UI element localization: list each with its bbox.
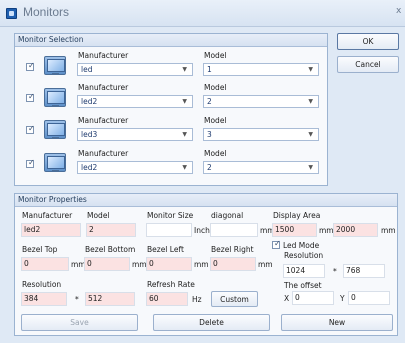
model-label: Model	[87, 211, 110, 220]
manufacturer-select-4[interactable]: led2 ▼	[77, 161, 193, 174]
resolution-width-field[interactable]: 384	[21, 292, 67, 306]
model-select-3[interactable]: 3 ▼	[203, 128, 319, 141]
custom-button[interactable]: Custom	[211, 291, 258, 307]
offset-x-label: X	[284, 294, 290, 303]
diagonal-label: diagonal	[211, 211, 244, 220]
mm-unit: mm	[258, 260, 273, 269]
display-width-field[interactable]: 1500	[272, 223, 317, 237]
monitor-3-checkbox[interactable]: ✓	[26, 124, 35, 134]
monitor-selection-group: Monitor Selection ✓ Manufacturer led ▼ Mo…	[14, 33, 328, 186]
times-symbol: *	[75, 295, 79, 304]
window-title: Monitors	[23, 5, 70, 19]
offset-y-label: Y	[340, 294, 345, 303]
app-icon	[6, 8, 17, 19]
monitor-selection-header: Monitor Selection	[15, 34, 327, 47]
chevron-down-icon: ▼	[308, 66, 313, 73]
close-icon[interactable]: x	[396, 6, 401, 16]
new-button[interactable]: New	[281, 314, 393, 331]
checkmark-icon: ✓	[28, 124, 35, 133]
resolution-height-field[interactable]: 512	[85, 292, 135, 306]
monitor-properties-group: Monitor Properties Manufacturer Model Mo…	[14, 193, 398, 336]
model-select-4[interactable]: 2 ▼	[203, 161, 319, 174]
ok-button[interactable]: OK	[337, 33, 399, 50]
cancel-button[interactable]: Cancel	[337, 56, 399, 73]
monitor-size-field[interactable]	[146, 223, 192, 237]
model-select-2[interactable]: 2 ▼	[203, 95, 319, 108]
manufacturer-label: Manufacturer	[22, 211, 73, 220]
checkmark-icon: ✓	[28, 92, 35, 101]
bezel-bottom-field[interactable]: 0	[84, 257, 130, 271]
model-label: Model	[204, 83, 227, 92]
chevron-down-icon: ▼	[308, 164, 313, 171]
offset-x-field[interactable]: 0	[292, 291, 334, 305]
offset-y-field[interactable]: 0	[348, 291, 390, 305]
refresh-rate-label: Refresh Rate	[147, 280, 195, 289]
led-mode-label: Led Mode	[283, 241, 320, 250]
times-symbol: *	[333, 267, 337, 276]
chevron-down-icon: ▼	[182, 131, 187, 138]
monitor-icon	[44, 56, 66, 75]
bezel-right-label: Bezel Right	[211, 245, 254, 254]
manufacturer-select-2[interactable]: led2 ▼	[77, 95, 193, 108]
manufacturer-select-1[interactable]: led ▼	[77, 63, 193, 76]
manufacturer-label: Manufacturer	[78, 116, 129, 125]
checkmark-icon: ✓	[28, 61, 35, 70]
monitor-icon	[44, 153, 66, 172]
checkmark-icon: ✓	[28, 158, 35, 167]
chevron-down-icon: ▼	[182, 98, 187, 105]
manufacturer-label: Manufacturer	[78, 83, 129, 92]
delete-button[interactable]: Delete	[153, 314, 270, 331]
bezel-right-field[interactable]: 0	[210, 257, 256, 271]
monitor-size-label: Monitor Size	[147, 211, 194, 220]
model-field[interactable]: 2	[86, 223, 136, 237]
model-label: Model	[204, 149, 227, 158]
mm-unit: mm	[381, 226, 396, 235]
manufacturer-label: Manufacturer	[78, 51, 129, 60]
monitor-icon	[44, 88, 66, 107]
bezel-left-field[interactable]: 0	[146, 257, 192, 271]
monitor-icon	[44, 120, 66, 139]
save-button[interactable]: Save	[21, 314, 138, 331]
monitor-1-checkbox[interactable]: ✓	[26, 61, 35, 71]
model-select-1[interactable]: 1 ▼	[203, 63, 319, 76]
manufacturer-select-3[interactable]: led3 ▼	[77, 128, 193, 141]
bezel-left-label: Bezel Left	[147, 245, 184, 254]
manufacturer-label: Manufacturer	[78, 149, 129, 158]
led-resolution-height-field[interactable]: 768	[343, 264, 385, 278]
display-area-label: Display Area	[273, 211, 321, 220]
mm-unit: mm	[194, 260, 209, 269]
bezel-top-label: Bezel Top	[22, 245, 58, 254]
chevron-down-icon: ▼	[308, 131, 313, 138]
led-resolution-label: Resolution	[284, 251, 324, 260]
led-resolution-width-field[interactable]: 1024	[283, 264, 325, 278]
mm-unit: mm	[132, 260, 147, 269]
chevron-down-icon: ▼	[308, 98, 313, 105]
model-label: Model	[204, 51, 227, 60]
bezel-bottom-label: Bezel Bottom	[85, 245, 136, 254]
hz-unit: Hz	[192, 295, 202, 304]
mm-unit: mm	[319, 226, 334, 235]
display-height-field[interactable]: 2000	[333, 223, 378, 237]
refresh-rate-field[interactable]: 60	[146, 292, 188, 306]
inch-unit: Inch	[194, 226, 210, 235]
chevron-down-icon: ▼	[182, 66, 187, 73]
manufacturer-field[interactable]: led2	[21, 223, 81, 237]
monitor-properties-header: Monitor Properties	[15, 194, 397, 207]
monitor-2-checkbox[interactable]: ✓	[26, 92, 35, 102]
offset-label: The offset	[284, 281, 322, 290]
bezel-top-field[interactable]: 0	[21, 257, 69, 271]
diagonal-field[interactable]	[210, 223, 258, 237]
resolution-label: Resolution	[22, 280, 62, 289]
checkmark-icon: ✓	[274, 239, 281, 248]
window-titlebar: Monitors x	[0, 0, 405, 27]
model-label: Model	[204, 116, 227, 125]
led-mode-checkbox[interactable]: ✓	[272, 239, 281, 249]
monitor-4-checkbox[interactable]: ✓	[26, 158, 35, 168]
chevron-down-icon: ▼	[182, 164, 187, 171]
